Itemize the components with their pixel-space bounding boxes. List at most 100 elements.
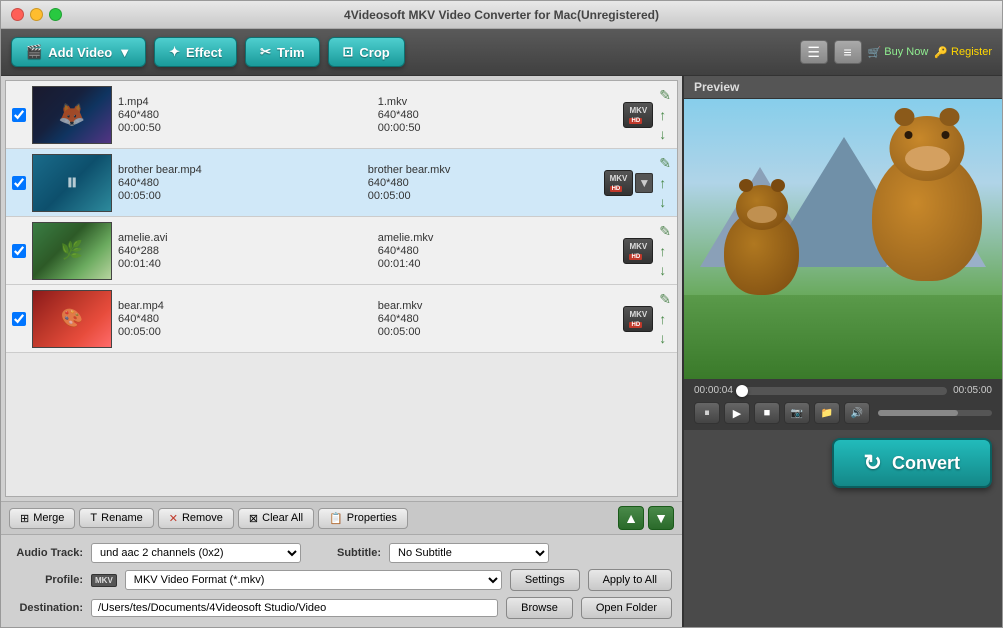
bear-eye-left — [905, 131, 913, 139]
row-3-checkbox[interactable] — [12, 244, 26, 258]
bear-large — [872, 151, 982, 281]
grid-view-button[interactable]: ≡ — [834, 40, 862, 64]
merge-icon: ⊞ — [20, 512, 29, 525]
row-3-up-icon[interactable]: ↑ — [659, 243, 671, 259]
list-view-button[interactable]: ☰ — [800, 40, 828, 64]
table-row: 🦊 1.mp4 1.mkv 640*480 640*480 00:00:50 0… — [6, 81, 677, 149]
row-1-format-button[interactable]: MKVHD — [623, 102, 653, 128]
subtitle-select[interactable]: No Subtitle — [389, 543, 549, 563]
bear-small — [724, 210, 799, 295]
row-2-output-name: brother bear.mkv — [368, 164, 598, 176]
apply-to-all-button[interactable]: Apply to All — [588, 569, 672, 591]
row-1-output-res: 640*480 — [378, 109, 618, 121]
row-2-thumbnail: ⏸ — [32, 154, 112, 212]
clear-all-button[interactable]: ⊠ Clear All — [238, 508, 314, 529]
properties-button[interactable]: 📋 Properties — [318, 508, 408, 529]
minimize-button[interactable] — [30, 8, 43, 21]
row-4-checkbox[interactable] — [12, 312, 26, 326]
bear-face — [905, 146, 950, 171]
clear-icon: ⊠ — [249, 512, 258, 525]
progress-bar[interactable] — [739, 387, 947, 395]
film-add-icon: 🎬 — [26, 44, 42, 60]
stop-button[interactable]: ■ — [754, 402, 780, 424]
row-2-format-button[interactable]: MKVHD — [604, 170, 634, 196]
row-2-up-icon[interactable]: ↑ — [659, 175, 671, 191]
row-4-format-button[interactable]: MKVHD — [623, 306, 653, 332]
close-button[interactable] — [11, 8, 24, 21]
volume-button[interactable]: 🔊 — [844, 402, 870, 424]
effect-button[interactable]: ✦ Effect — [154, 37, 237, 67]
mkv-icon-4: MKVHD — [629, 310, 647, 328]
play-icon: ▶ — [733, 407, 741, 420]
row-2-info: brother bear.mp4 brother bear.mkv 640*48… — [118, 164, 598, 202]
row-1-edit-icon[interactable]: ✎ — [659, 87, 671, 104]
row-1-thumbnail: 🦊 — [32, 86, 112, 144]
destination-label: Destination: — [11, 602, 83, 614]
rename-button[interactable]: T Rename — [79, 508, 153, 528]
destination-row: Destination: /Users/tes/Documents/4Video… — [11, 597, 672, 619]
buy-icon: 🛒 — [868, 46, 882, 59]
row-1-checkbox[interactable] — [12, 108, 26, 122]
move-down-button[interactable]: ▼ — [648, 506, 674, 530]
mkv-icon: MKVHD — [629, 106, 647, 124]
row-4-up-icon[interactable]: ↑ — [659, 311, 671, 327]
bear-head-large — [890, 116, 965, 181]
merge-button[interactable]: ⊞ Merge — [9, 508, 75, 529]
row-3-format-button[interactable]: MKVHD — [623, 238, 653, 264]
settings-button[interactable]: Settings — [510, 569, 580, 591]
row-2-source-res: 640*480 — [118, 177, 348, 189]
dropdown-arrow-icon: ▼ — [118, 45, 131, 60]
rename-icon: T — [90, 512, 97, 524]
row-4-actions: ✎ ↑ ↓ — [659, 291, 671, 346]
row-2-down-icon[interactable]: ↓ — [659, 194, 671, 210]
buy-now-button[interactable]: 🛒 Buy Now — [868, 46, 929, 59]
row-2-format-dropdown[interactable]: ▼ — [635, 173, 653, 193]
row-3-source-dur: 00:01:40 — [118, 258, 358, 270]
row-3-down-icon[interactable]: ↓ — [659, 262, 671, 278]
row-1-info: 1.mp4 1.mkv 640*480 640*480 00:00:50 00:… — [118, 96, 617, 134]
browse-button[interactable]: Browse — [506, 597, 573, 619]
move-up-button[interactable]: ▲ — [618, 506, 644, 530]
row-2-source-dur: 00:05:00 — [118, 190, 348, 202]
row-4-edit-icon[interactable]: ✎ — [659, 291, 671, 308]
effect-icon: ✦ — [169, 44, 180, 60]
progress-bar-container: 00:00:04 00:05:00 — [694, 385, 992, 396]
titlebar: 4Videosoft MKV Video Converter for Mac(U… — [1, 1, 1002, 29]
row-4-down-icon[interactable]: ↓ — [659, 330, 671, 346]
register-button[interactable]: 🔑 Register — [934, 46, 992, 59]
table-row: ⏸ brother bear.mp4 brother bear.mkv 640*… — [6, 149, 677, 217]
row-2-output-dur: 00:05:00 — [368, 190, 598, 202]
time-current: 00:00:04 — [694, 385, 733, 396]
pause-button[interactable]: ⏸ — [694, 402, 720, 424]
row-1-output-name: 1.mkv — [378, 96, 618, 108]
row-3-edit-icon[interactable]: ✎ — [659, 223, 671, 240]
remove-button[interactable]: ✕ Remove — [158, 508, 234, 529]
file-list: 🦊 1.mp4 1.mkv 640*480 640*480 00:00:50 0… — [5, 80, 678, 497]
volume-bar[interactable] — [878, 410, 992, 416]
window-title: 4Videosoft MKV Video Converter for Mac(U… — [344, 8, 659, 22]
open-button[interactable]: 📁 — [814, 402, 840, 424]
row-2-edit-icon[interactable]: ✎ — [659, 155, 671, 172]
maximize-button[interactable] — [49, 8, 62, 21]
play-button[interactable]: ▶ — [724, 402, 750, 424]
crop-button[interactable]: ⊡ Crop — [328, 37, 405, 67]
row-2-checkbox[interactable] — [12, 176, 26, 190]
audio-track-select[interactable]: und aac 2 channels (0x2) — [91, 543, 301, 563]
mkv-icon-2: MKVHD — [610, 174, 628, 192]
row-4-source-res: 640*480 — [118, 313, 358, 325]
add-video-button[interactable]: 🎬 Add Video ▼ — [11, 37, 146, 67]
destination-input[interactable]: /Users/tes/Documents/4Videosoft Studio/V… — [91, 599, 498, 617]
row-3-output-dur: 00:01:40 — [378, 258, 618, 270]
trim-button[interactable]: ✂ Trim — [245, 37, 319, 67]
row-4-source-name: bear.mp4 — [118, 300, 358, 312]
profile-select[interactable]: MKV Video Format (*.mkv) — [125, 570, 502, 590]
row-1-down-icon[interactable]: ↓ — [659, 126, 671, 142]
left-panel: 🦊 1.mp4 1.mkv 640*480 640*480 00:00:50 0… — [1, 76, 682, 627]
volume-fill — [878, 410, 958, 416]
preview-video — [684, 99, 1002, 379]
open-folder-button[interactable]: Open Folder — [581, 597, 672, 619]
convert-button[interactable]: ↻ Convert — [832, 438, 992, 488]
pause-icon: ⏸ — [704, 407, 710, 420]
row-1-up-icon[interactable]: ↑ — [659, 107, 671, 123]
screenshot-button[interactable]: 📷 — [784, 402, 810, 424]
